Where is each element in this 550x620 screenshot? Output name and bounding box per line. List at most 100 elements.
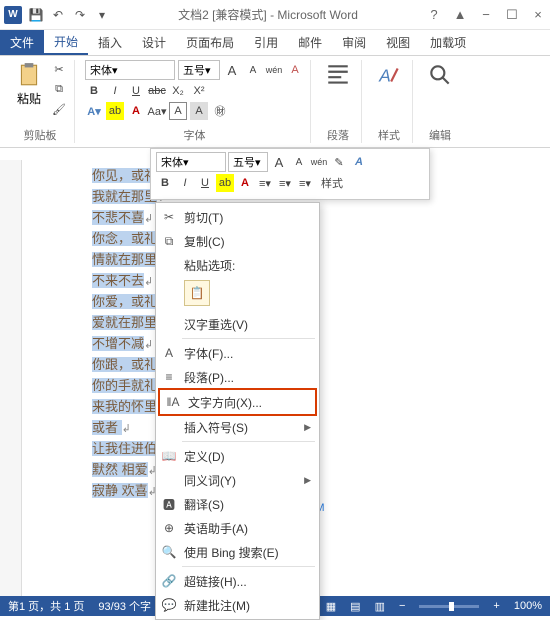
italic-button[interactable]: I <box>106 82 124 100</box>
ctx-translate[interactable]: 🅰翻译(S) <box>156 492 319 516</box>
status-word-count[interactable]: 93/93 个字 <box>98 598 151 614</box>
tab-layout[interactable]: 页面布局 <box>176 30 244 55</box>
phonetic-icon[interactable]: wén <box>265 61 283 79</box>
text-direction-icon: ‖A <box>164 394 182 410</box>
font-color-icon[interactable]: A <box>127 102 145 120</box>
styles-button[interactable]: A <box>372 60 406 90</box>
ribbon-tabs: 文件 开始 插入 设计 页面布局 引用 邮件 审阅 视图 加载项 <box>0 30 550 56</box>
mini-grow-icon[interactable]: A <box>270 153 288 171</box>
ctx-text-direction[interactable]: ‖A文字方向(X)... <box>160 390 315 414</box>
mini-underline[interactable]: U <box>196 174 214 192</box>
superscript-button[interactable]: X² <box>190 82 208 100</box>
change-case-icon[interactable]: Aa▾ <box>148 102 166 120</box>
maximize-icon[interactable]: ☐ <box>504 7 520 23</box>
undo-icon[interactable]: ↶ <box>50 7 66 23</box>
ctx-font[interactable]: A字体(F)... <box>156 341 319 365</box>
mini-bold[interactable]: B <box>156 174 174 192</box>
mini-phonetic-icon[interactable]: wén <box>310 153 328 171</box>
paste-option-keep[interactable]: 📋 <box>184 280 210 306</box>
mini-styles-a-icon[interactable]: A <box>350 153 368 171</box>
mini-styles-label[interactable]: 样式 <box>316 174 348 192</box>
word-app-icon: W <box>4 6 22 24</box>
status-page[interactable]: 第1 页，共 1 页 <box>8 598 84 614</box>
editing-group-label: 编辑 <box>429 125 451 143</box>
ctx-copy[interactable]: ⧉复制(C) <box>156 229 319 253</box>
ctx-hanzi[interactable]: 汉字重选(V) <box>156 312 319 336</box>
ribbon-group-styles: A 样式 <box>366 60 413 143</box>
redo-icon[interactable]: ↷ <box>72 7 88 23</box>
mini-italic[interactable]: I <box>176 174 194 192</box>
strikethrough-button[interactable]: abc <box>148 82 166 100</box>
view-read-icon[interactable]: ▤ <box>350 600 360 613</box>
shrink-font-icon[interactable]: A <box>244 61 262 79</box>
editing-button[interactable] <box>423 60 457 90</box>
paragraph-button[interactable] <box>321 60 355 90</box>
clipboard-group-label: 剪贴板 <box>24 125 57 143</box>
copy-icon[interactable]: ⧉ <box>50 80 68 98</box>
mini-format-painter-icon[interactable]: ✎ <box>330 153 348 171</box>
zoom-slider[interactable] <box>419 605 479 608</box>
ctx-hyperlink[interactable]: 🔗超链接(H)... <box>156 569 319 593</box>
zoom-in-button[interactable]: + <box>493 600 499 612</box>
ctx-new-comment[interactable]: 💬新建批注(M) <box>156 593 319 617</box>
highlight-icon[interactable]: ab <box>106 102 124 120</box>
qat-dropdown-icon[interactable]: ▾ <box>94 7 110 23</box>
ctx-bing-search[interactable]: 🔍使用 Bing 搜索(E) <box>156 540 319 564</box>
grow-font-icon[interactable]: A <box>223 61 241 79</box>
enclose-char-icon[interactable]: ㊖ <box>211 102 229 120</box>
mini-highlight[interactable]: ab <box>216 174 234 192</box>
font-size-select[interactable]: 五号 ▾ <box>178 60 220 80</box>
subscript-button[interactable]: X₂ <box>169 82 187 100</box>
save-icon[interactable]: 💾 <box>28 7 44 23</box>
bold-button[interactable]: B <box>85 82 103 100</box>
ribbon-display-icon[interactable]: ▲ <box>452 7 468 23</box>
char-border-icon[interactable]: A <box>169 102 187 120</box>
mini-font-size[interactable]: 五号 ▾ <box>228 152 268 172</box>
cut-icon[interactable]: ✂ <box>50 60 68 78</box>
mini-numbering-icon[interactable]: ≡▾ <box>276 174 294 192</box>
ctx-separator <box>182 441 315 442</box>
ribbon-group-font: 宋体 ▾ 五号 ▾ A A wén A B I U abc X₂ X² A▾ a… <box>79 60 311 143</box>
format-painter-icon[interactable]: 🖌 <box>50 100 68 118</box>
minimize-icon[interactable]: − <box>478 7 494 23</box>
quick-access-toolbar: 💾 ↶ ↷ ▾ <box>28 7 110 23</box>
char-shading-icon[interactable]: A <box>190 102 208 120</box>
tab-file[interactable]: 文件 <box>0 30 44 55</box>
mini-align-icon[interactable]: ≡▾ <box>296 174 314 192</box>
tab-references[interactable]: 引用 <box>244 30 288 55</box>
link-icon: 🔗 <box>160 573 178 589</box>
ctx-synonyms[interactable]: 同义词(Y)▶ <box>156 468 319 492</box>
tab-review[interactable]: 审阅 <box>332 30 376 55</box>
tab-home[interactable]: 开始 <box>44 30 88 55</box>
paste-button[interactable]: 粘贴 <box>12 60 46 109</box>
zoom-level[interactable]: 100% <box>514 600 542 612</box>
ctx-eng-assistant[interactable]: ⊕英语助手(A) <box>156 516 319 540</box>
close-icon[interactable]: × <box>530 7 546 23</box>
tab-view[interactable]: 视图 <box>376 30 420 55</box>
text-effects-icon[interactable]: A▾ <box>85 102 103 120</box>
mini-bullets-icon[interactable]: ≡▾ <box>256 174 274 192</box>
tab-insert[interactable]: 插入 <box>88 30 132 55</box>
mini-shrink-icon[interactable]: A <box>290 153 308 171</box>
tab-mailings[interactable]: 邮件 <box>288 30 332 55</box>
view-web-icon[interactable]: ▥ <box>375 600 385 613</box>
ctx-define[interactable]: 📖定义(D) <box>156 444 319 468</box>
tab-design[interactable]: 设计 <box>132 30 176 55</box>
book-icon: 📖 <box>160 448 178 464</box>
window-controls: ? ▲ − ☐ × <box>426 7 546 23</box>
help-icon[interactable]: ? <box>426 7 442 23</box>
mini-font-name[interactable]: 宋体 ▾ <box>156 152 226 172</box>
ctx-cut[interactable]: ✂剪切(T) <box>156 205 319 229</box>
paragraph-icon: ≡ <box>160 369 178 385</box>
ctx-paragraph[interactable]: ≡段落(P)... <box>156 365 319 389</box>
tab-addins[interactable]: 加载项 <box>420 30 476 55</box>
clear-format-icon[interactable]: A <box>286 61 304 79</box>
view-print-icon[interactable]: ▦ <box>326 600 336 613</box>
ribbon: 粘贴 ✂ ⧉ 🖌 剪贴板 宋体 ▾ 五号 ▾ A A wén A B I U <box>0 56 550 148</box>
ctx-insert-symbol[interactable]: 插入符号(S)▶ <box>156 415 319 439</box>
zoom-out-button[interactable]: − <box>399 600 405 612</box>
mini-font-color[interactable]: A <box>236 174 254 192</box>
underline-button[interactable]: U <box>127 82 145 100</box>
font-name-select[interactable]: 宋体 ▾ <box>85 60 175 80</box>
copy-icon: ⧉ <box>160 233 178 249</box>
